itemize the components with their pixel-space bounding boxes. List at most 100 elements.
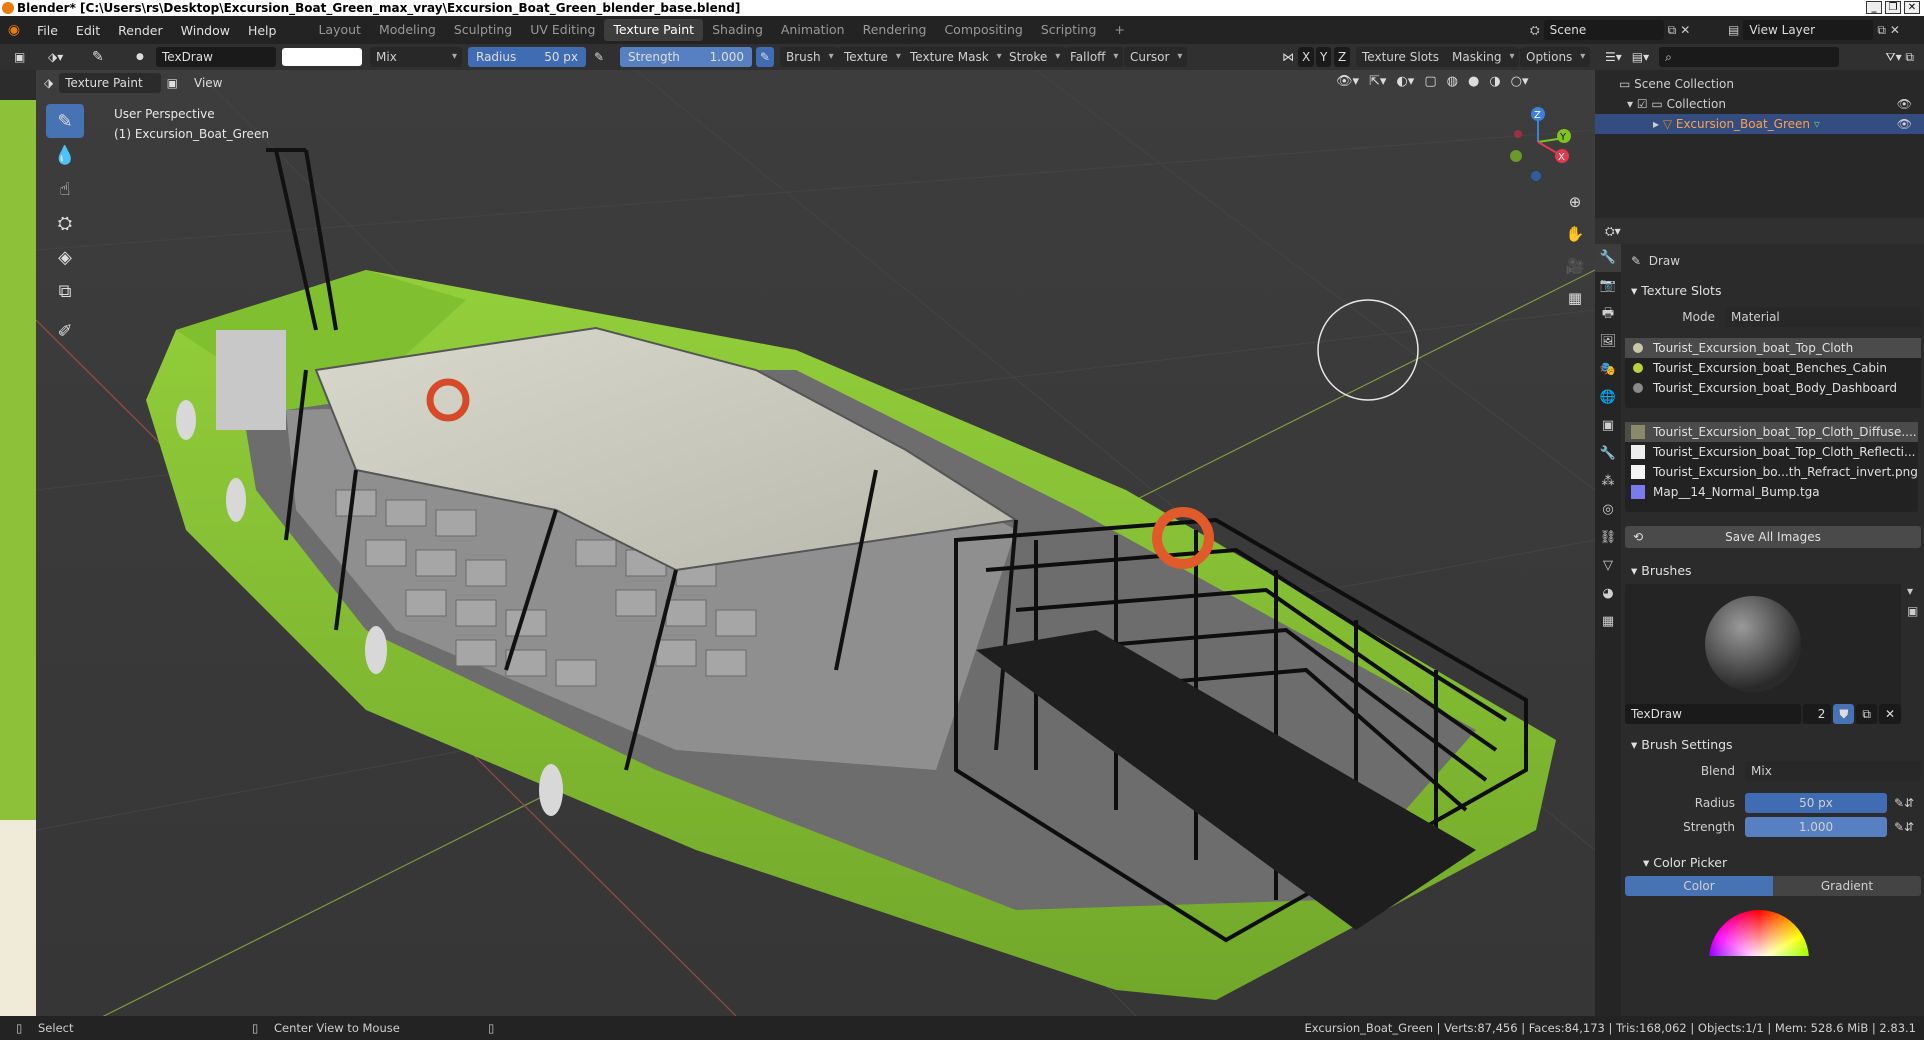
tab-modeling[interactable]: Modeling xyxy=(370,19,445,41)
save-all-images-button[interactable]: ⟲ Save All Images xyxy=(1625,526,1921,548)
clone-tool-icon[interactable]: ⛭ xyxy=(46,206,84,240)
ortho-toggle-icon[interactable]: ▦ xyxy=(1563,286,1587,310)
particles-tab-icon[interactable]: ⁂ xyxy=(1595,468,1621,496)
unlink-brush-icon[interactable]: ✕ xyxy=(1878,704,1901,724)
brush-menu[interactable]: Brush xyxy=(780,47,839,67)
brush-color-swatch[interactable] xyxy=(282,48,362,66)
object-tab-icon[interactable]: ▣ xyxy=(1595,412,1621,440)
radius-field[interactable]: Radius 50 px xyxy=(468,47,586,67)
filter-icon[interactable]: ⛛▾ ⧉ xyxy=(1886,50,1924,65)
view-menu[interactable]: View xyxy=(184,76,222,90)
smear-tool-icon[interactable]: ☝ xyxy=(46,172,84,206)
rendered-shading-icon[interactable]: ○▾ xyxy=(1511,74,1529,89)
camera-view-icon[interactable]: 🎥 xyxy=(1563,254,1587,278)
cursor-menu[interactable]: Cursor xyxy=(1124,47,1188,67)
gradient-tab[interactable]: Gradient xyxy=(1773,876,1921,896)
outliner-editor-icon[interactable]: ☰▾ xyxy=(1605,50,1622,64)
material-tab-icon[interactable]: ◕ xyxy=(1595,580,1621,608)
tab-uv-editing[interactable]: UV Editing xyxy=(521,19,604,41)
brush-datablock-name[interactable]: TexDraw xyxy=(1625,704,1802,724)
texture-tab-icon[interactable]: ▦ xyxy=(1595,608,1621,636)
brush-icon[interactable]: ✎ xyxy=(92,47,104,67)
render-tab-icon[interactable]: 📷 xyxy=(1595,272,1621,300)
tab-layout[interactable]: Layout xyxy=(309,19,370,41)
options-menu[interactable]: Options xyxy=(1520,47,1591,67)
mask-tool-icon[interactable]: ⧉ xyxy=(46,274,84,308)
menu-render[interactable]: Render xyxy=(109,23,172,38)
minimize-button[interactable]: _ xyxy=(1866,1,1882,14)
properties-editor-icon[interactable]: ⛭▾ xyxy=(1605,224,1621,238)
fill-tool-icon[interactable]: ◈ xyxy=(46,240,84,274)
annotate-tool-icon[interactable]: ✐ xyxy=(46,314,84,348)
paint-mask-icon[interactable]: ▣ xyxy=(167,76,178,90)
object-visibility-icon[interactable]: 👁 xyxy=(1897,114,1912,134)
brush-list-chevron-icon[interactable]: ▾ xyxy=(1907,584,1921,598)
blender-menu-icon[interactable]: ◉ xyxy=(0,22,28,38)
scene-field[interactable]: Scene xyxy=(1543,20,1664,40)
xray-toggle-icon[interactable]: ▢ xyxy=(1424,74,1436,89)
wireframe-shading-icon[interactable]: ◍ xyxy=(1447,74,1458,89)
mode-dropdown-props[interactable]: Material xyxy=(1725,307,1921,327)
gizmo-toggle-icon[interactable]: ⇱▾ xyxy=(1369,74,1386,89)
strength-slider[interactable]: Strength 1.000 xyxy=(620,47,752,67)
radius-field-props[interactable]: 50 px xyxy=(1745,793,1887,813)
fake-user-icon[interactable]: ⛊ xyxy=(1833,704,1855,724)
duplicate-brush-icon[interactable]: ⧉ xyxy=(1856,704,1877,724)
brush-image-icon[interactable]: ▣ xyxy=(1907,604,1921,618)
texture-slots-menu[interactable]: Texture Slots xyxy=(1356,47,1457,67)
3d-viewport[interactable]: Z Y X ⬗ Texture Paint ▣ View 👁▾ ⇱▾ ◐▾ ▢ … xyxy=(36,70,1595,1016)
tab-shading[interactable]: Shading xyxy=(703,19,772,41)
material-slot-row[interactable]: Tourist_Excursion_boat_Top_Cloth xyxy=(1625,338,1921,358)
modifier-tab-icon[interactable]: 🔧 xyxy=(1595,440,1621,468)
mode-dropdown[interactable]: Texture Paint xyxy=(59,73,161,93)
color-tab[interactable]: Color xyxy=(1625,876,1773,896)
soften-tool-icon[interactable]: 💧 xyxy=(46,138,84,172)
brushes-header[interactable]: ▾ Brushes xyxy=(1625,558,1921,584)
new-scene-icon[interactable]: ⧉ xyxy=(1668,23,1677,38)
zoom-icon[interactable]: ⊕ xyxy=(1563,190,1587,214)
outliner-search-input[interactable]: ⌕ xyxy=(1659,47,1840,67)
brush-preview[interactable]: TexDraw 2 ⛊ ⧉ ✕ xyxy=(1625,584,1901,724)
world-tab-icon[interactable]: 🌐 xyxy=(1595,384,1621,412)
overlay-toggle-icon[interactable]: ◐▾ xyxy=(1396,74,1414,89)
tab-compositing[interactable]: Compositing xyxy=(935,19,1031,41)
radius-pressure-icon[interactable]: ✎ xyxy=(594,47,604,67)
data-tab-icon[interactable]: ▽ xyxy=(1595,552,1621,580)
tab-animation[interactable]: Animation xyxy=(772,19,854,41)
solid-shading-icon[interactable]: ● xyxy=(1468,74,1479,89)
strength-pressure-props-icon[interactable]: ✎⇵ xyxy=(1887,820,1921,834)
mirror-y-toggle[interactable]: Y xyxy=(1316,47,1332,67)
tab-texture-paint[interactable]: Texture Paint xyxy=(604,19,704,41)
menu-help[interactable]: Help xyxy=(239,23,286,38)
collection-row[interactable]: ▾ ☑ ▭ Collection 👁 xyxy=(1619,94,1924,114)
texture-mask-menu[interactable]: Texture Mask xyxy=(904,47,1007,67)
draw-tool-icon[interactable]: ✎ xyxy=(46,104,84,138)
new-view-layer-icon[interactable]: ⧉ xyxy=(1877,23,1886,38)
scene-tab-icon[interactable]: 🎭 xyxy=(1595,356,1621,384)
strength-pressure-icon[interactable]: ✎ xyxy=(756,47,774,67)
material-shading-icon[interactable]: ◑ xyxy=(1489,74,1500,89)
color-picker-header[interactable]: ▾ Color Picker xyxy=(1625,850,1921,876)
tab-scripting[interactable]: Scripting xyxy=(1032,19,1106,41)
image-slot-row[interactable]: Tourist_Excursion_boat_Top_Cloth_Reflect… xyxy=(1625,442,1918,462)
menu-window[interactable]: Window xyxy=(172,23,239,38)
remove-view-layer-icon[interactable]: ✕ xyxy=(1890,23,1900,37)
symmetry-icon[interactable]: ⋈ xyxy=(1282,47,1294,67)
constraints-tab-icon[interactable]: ⛓ xyxy=(1595,524,1621,552)
image-slot-row[interactable]: Map__14_Normal_Bump.tga xyxy=(1625,482,1918,502)
stroke-menu[interactable]: Stroke xyxy=(1003,47,1066,67)
display-mode-icon[interactable]: ▤▾ xyxy=(1632,50,1649,64)
pan-hand-icon[interactable]: ✋ xyxy=(1563,222,1587,246)
menu-edit[interactable]: Edit xyxy=(67,23,109,38)
output-tab-icon[interactable]: 🖶 xyxy=(1595,300,1621,328)
remove-scene-icon[interactable]: ✕ xyxy=(1680,23,1690,37)
image-slot-row[interactable]: Tourist_Excursion_bo...th_Refract_invert… xyxy=(1625,462,1918,482)
mirror-x-toggle[interactable]: X xyxy=(1298,47,1315,67)
object-row[interactable]: ▸ ▽ Excursion_Boat_Green ▿ 👁 xyxy=(1595,114,1924,134)
view-layer-field[interactable]: View Layer xyxy=(1743,20,1874,40)
mode-icon[interactable]: ⬗▾ xyxy=(48,47,63,67)
add-workspace-button[interactable]: + xyxy=(1105,19,1133,41)
physics-tab-icon[interactable]: ◎ xyxy=(1595,496,1621,524)
radius-pressure-props-icon[interactable]: ✎⇵ xyxy=(1887,796,1921,810)
visibility-icon[interactable]: 👁▾ xyxy=(1336,74,1359,89)
